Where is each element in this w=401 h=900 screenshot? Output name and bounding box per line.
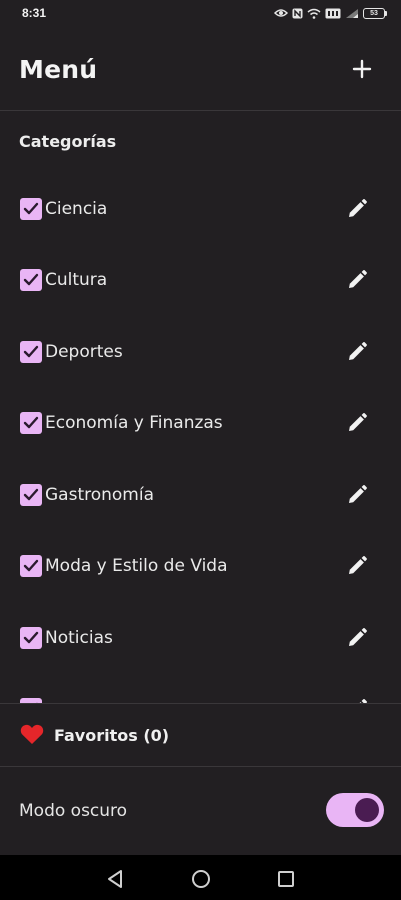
dark-mode-toggle[interactable]: [326, 793, 384, 827]
pencil-icon: [349, 556, 367, 574]
category-label: Gastronomía: [45, 484, 155, 505]
category-label: Ciencia: [45, 198, 108, 219]
home-circle-icon: [192, 870, 210, 888]
edit-category-button[interactable]: [344, 196, 370, 222]
add-category-button[interactable]: [347, 54, 377, 84]
category-item[interactable]: Economía y Finanzas: [0, 388, 401, 459]
edit-category-button[interactable]: [344, 625, 370, 651]
category-item[interactable]: Deportes: [0, 316, 401, 387]
recents-square-icon: [278, 871, 294, 887]
categories-list[interactable]: Categorías Ciencia Cultura Deportes Economí…: [0, 111, 401, 703]
recents-button[interactable]: [275, 868, 297, 890]
edit-category-button[interactable]: [344, 410, 370, 436]
check-icon: [23, 631, 39, 643]
wifi-icon: [307, 8, 321, 19]
edit-category-button[interactable]: [344, 267, 370, 293]
edit-category-button[interactable]: [344, 553, 370, 579]
system-nav-bar: [0, 855, 401, 900]
dark-mode-label: Modo oscuro: [19, 800, 128, 821]
status-bar: 8:31 53: [0, 0, 401, 26]
category-item-partial[interactable]: [0, 674, 401, 703]
category-item[interactable]: Gastronomía: [0, 459, 401, 530]
category-label: Deportes: [45, 341, 123, 362]
back-button[interactable]: [104, 868, 126, 890]
category-item[interactable]: Cultura: [0, 245, 401, 316]
check-icon: [23, 273, 39, 286]
edit-category-button[interactable]: [344, 482, 370, 508]
check-icon: [23, 345, 39, 357]
category-item[interactable]: Ciencia: [0, 173, 401, 244]
category-checkbox[interactable]: [20, 626, 42, 649]
category-checkbox[interactable]: [20, 269, 42, 291]
page-title: Menú: [19, 54, 98, 84]
category-checkbox[interactable]: [20, 412, 42, 434]
pencil-icon: [349, 270, 367, 288]
favorites-label: Favoritos (0): [54, 725, 170, 745]
back-triangle-icon: [108, 870, 122, 888]
nfc-icon: [292, 8, 303, 19]
app-screen: 8:31 53 Menú Categorías Ciencia Cultura …: [0, 0, 401, 900]
categories-title: Categorías: [19, 132, 117, 151]
pencil-icon: [349, 484, 367, 503]
edit-category-button[interactable]: [344, 339, 370, 365]
check-icon: [23, 202, 39, 214]
check-icon: [23, 559, 39, 572]
pencil-icon: [349, 413, 367, 431]
heart-icon: [20, 723, 44, 749]
pencil-icon: [349, 627, 367, 646]
wifi-6-badge-icon: [325, 8, 341, 19]
category-label: Moda y Estilo de Vida: [45, 556, 228, 576]
category-label: Economía y Finanzas: [45, 413, 223, 433]
eye-icon: [274, 8, 288, 18]
category-checkbox[interactable]: [20, 197, 42, 220]
dark-mode-setting: Modo oscuro: [0, 767, 401, 854]
category-label: Noticias: [45, 627, 113, 648]
top-app-bar: Menú: [0, 40, 401, 98]
edit-category-button[interactable]: [344, 696, 370, 703]
battery-icon: 53: [363, 7, 387, 19]
pencil-icon: [349, 198, 367, 217]
category-label: Cultura: [45, 270, 108, 290]
check-icon: [23, 488, 39, 500]
pencil-icon: [349, 341, 367, 360]
signal-icon: [345, 8, 359, 19]
category-item[interactable]: Moda y Estilo de Vida: [0, 531, 401, 602]
toggle-thumb: [355, 798, 379, 822]
battery-level: 53: [363, 7, 385, 19]
status-time: 8:31: [22, 6, 47, 20]
status-icons: 53: [274, 7, 387, 19]
favorites-item[interactable]: Favoritos (0): [0, 704, 401, 766]
category-checkbox[interactable]: [20, 340, 42, 363]
category-checkbox[interactable]: [20, 483, 42, 506]
plus-icon: [352, 59, 372, 79]
check-icon: [23, 416, 39, 429]
category-checkbox[interactable]: [20, 555, 42, 577]
category-item[interactable]: Noticias: [0, 602, 401, 673]
home-button[interactable]: [190, 868, 212, 890]
